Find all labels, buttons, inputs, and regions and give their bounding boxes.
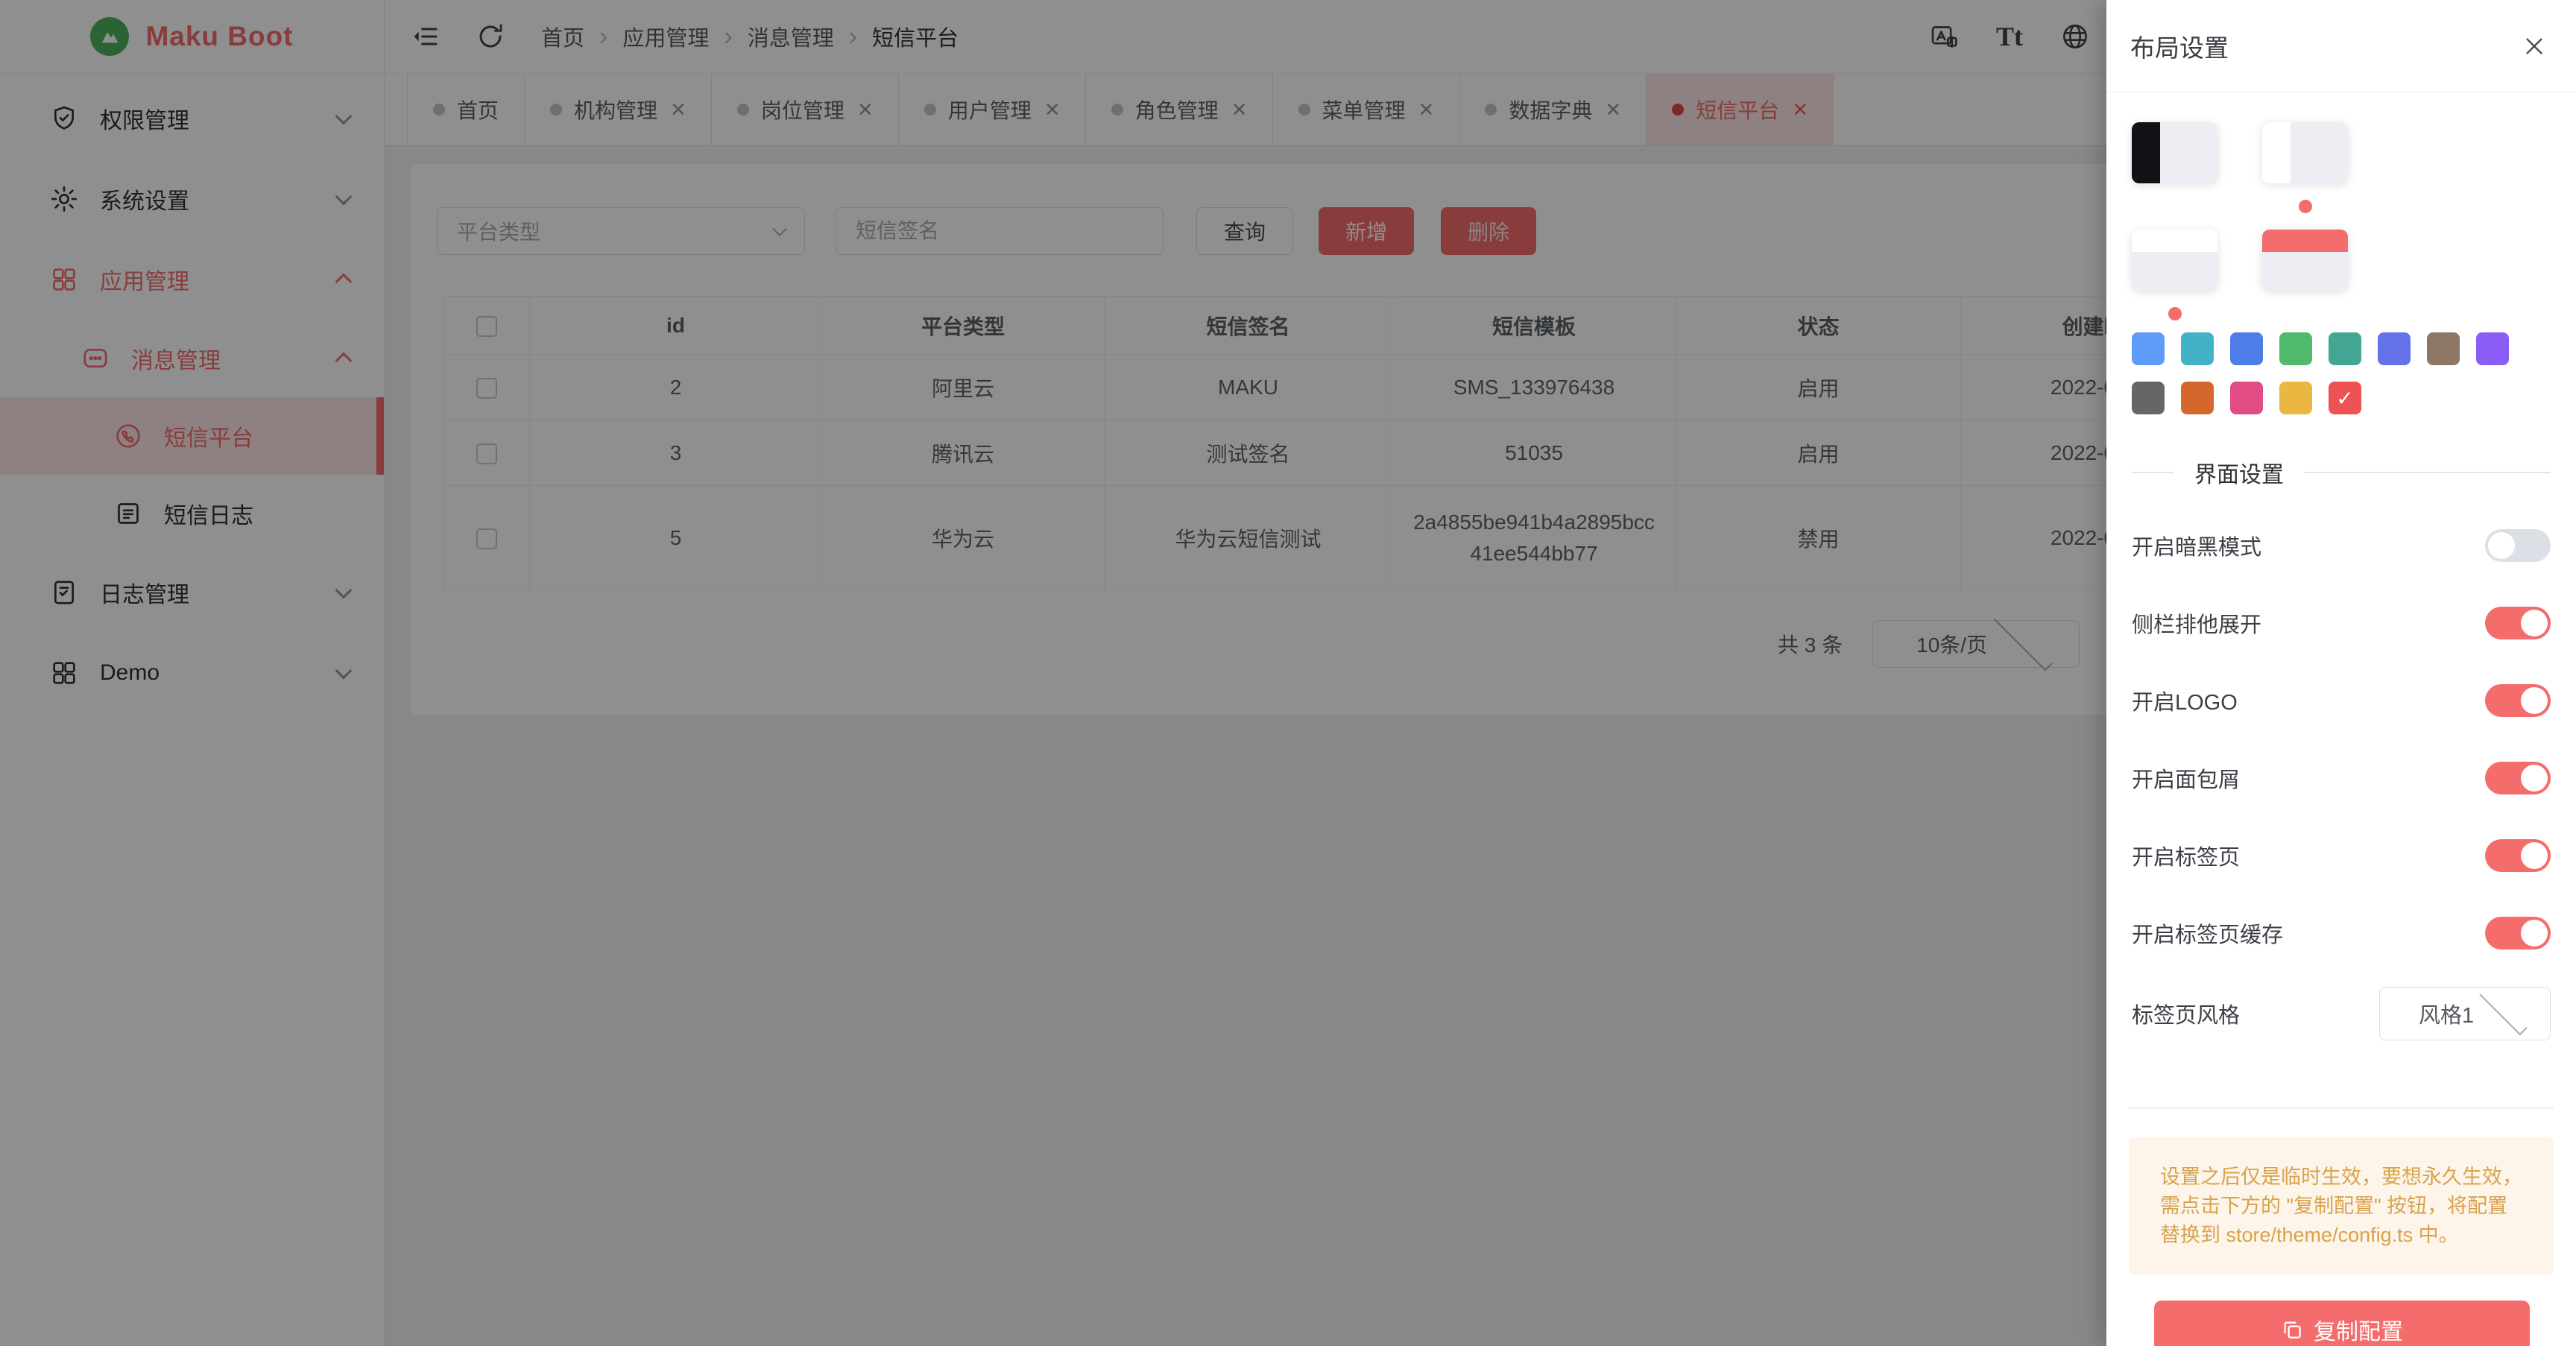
- layout-option-primary-topbar[interactable]: [2262, 230, 2348, 291]
- setting-tabs-cache: 开启标签页缓存: [2132, 894, 2551, 972]
- dark-mode-toggle[interactable]: [2485, 529, 2551, 562]
- layout-option-light-topbar[interactable]: [2132, 230, 2217, 291]
- setting-logo: 开启LOGO: [2132, 662, 2551, 739]
- setting-label: 开启暗黑模式: [2132, 530, 2261, 561]
- dark-sidebar-thumbnail: [2132, 122, 2217, 183]
- selected-dot-icon: [2299, 200, 2312, 213]
- drawer-divider: [2129, 1108, 2554, 1109]
- layout-option-dark-sidebar[interactable]: [2132, 122, 2217, 183]
- copy-icon: [2281, 1318, 2303, 1341]
- setting-label: 标签页风格: [2132, 998, 2240, 1029]
- breadcrumb-toggle[interactable]: [2485, 762, 2551, 794]
- theme-color-swatch[interactable]: ✓: [2427, 332, 2460, 365]
- setting-label: 开启面包屑: [2132, 762, 2240, 794]
- setting-dark-mode: 开启暗黑模式: [2132, 507, 2551, 584]
- theme-color-swatch[interactable]: ✓: [2329, 332, 2361, 365]
- layout-option-light-sidebar[interactable]: [2262, 122, 2348, 183]
- tabs-cache-toggle[interactable]: [2485, 917, 2551, 950]
- selected-dot-icon: [2168, 307, 2182, 320]
- layout-thumbnails: [2132, 122, 2551, 320]
- theme-color-swatch[interactable]: ✓: [2476, 332, 2509, 365]
- sidebar-accordion-toggle[interactable]: [2485, 607, 2551, 639]
- theme-color-swatch[interactable]: ✓: [2279, 382, 2312, 414]
- setting-tabs: 开启标签页: [2132, 817, 2551, 894]
- theme-color-swatch[interactable]: ✓: [2230, 382, 2263, 414]
- app-root: Maku Boot 权限管理 系统设置 应用管理 消息管理: [0, 0, 2576, 1346]
- theme-color-swatch[interactable]: ✓: [2132, 332, 2165, 365]
- setting-breadcrumb: 开启面包屑: [2132, 739, 2551, 817]
- settings-warning: 设置之后仅是临时生效，要想永久生效，需点击下方的 "复制配置" 按钮，将配置替换…: [2129, 1137, 2554, 1275]
- theme-color-swatch[interactable]: ✓: [2329, 382, 2361, 414]
- setting-label: 开启标签页: [2132, 840, 2240, 871]
- setting-label: 侧栏排他展开: [2132, 607, 2261, 639]
- setting-tab-style: 标签页风格 风格1: [2132, 972, 2551, 1055]
- logo-toggle[interactable]: [2485, 684, 2551, 717]
- theme-color-palette: ✓ ✓ ✓ ✓ ✓ ✓ ✓ ✓ ✓ ✓ ✓ ✓ ✓: [2132, 332, 2513, 414]
- tab-style-value: 风格1: [2419, 998, 2475, 1029]
- drawer-title: 布局设置: [2130, 28, 2229, 64]
- theme-color-swatch[interactable]: ✓: [2279, 332, 2312, 365]
- theme-color-swatch[interactable]: ✓: [2132, 382, 2165, 414]
- copy-config-label: 复制配置: [2314, 1313, 2403, 1346]
- theme-color-swatch[interactable]: ✓: [2230, 332, 2263, 365]
- layout-settings-drawer: 布局设置 ✓ ✓ ✓ ✓ ✓: [2106, 0, 2576, 1346]
- tab-style-select[interactable]: 风格1: [2379, 987, 2551, 1040]
- theme-color-swatch[interactable]: ✓: [2378, 332, 2411, 365]
- copy-config-button[interactable]: 复制配置: [2154, 1301, 2530, 1346]
- setting-label: 开启标签页缓存: [2132, 917, 2283, 949]
- tabs-toggle[interactable]: [2485, 839, 2551, 872]
- light-topbar-thumbnail: [2132, 230, 2217, 291]
- close-icon[interactable]: [2519, 31, 2549, 61]
- theme-color-swatch[interactable]: ✓: [2181, 382, 2214, 414]
- setting-label: 开启LOGO: [2132, 685, 2238, 716]
- setting-sidebar-accordion: 侧栏排他展开: [2132, 584, 2551, 662]
- ui-settings: 开启暗黑模式 侧栏排他展开 开启LOGO 开启面包屑 开启标签页 开启标签页缓存: [2132, 507, 2551, 1055]
- chevron-down-icon: [2479, 988, 2527, 1035]
- light-sidebar-thumbnail: [2262, 122, 2348, 183]
- primary-topbar-thumbnail: [2262, 230, 2348, 291]
- theme-color-swatch[interactable]: ✓: [2181, 332, 2214, 365]
- drawer-header: 布局设置: [2106, 0, 2576, 92]
- ui-settings-divider: 界面设置: [2132, 456, 2551, 489]
